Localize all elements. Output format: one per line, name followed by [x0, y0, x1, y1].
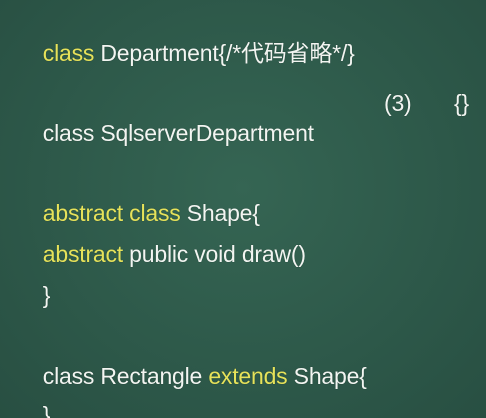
superclass-text: Shape{: [287, 363, 367, 389]
code-line-closing-brace: }: [18, 250, 51, 308]
code-line-abstract-method: abstract public void draw(): [18, 209, 306, 267]
closing-brace: }: [42, 282, 51, 308]
keyword-class: class: [42, 40, 95, 66]
method-declaration-text: public void draw(): [122, 241, 306, 267]
code-line-abstract-class: abstract class Shape{: [18, 168, 260, 226]
code-line-closing-brace: }: [18, 370, 51, 418]
keyword-abstract: abstract: [42, 241, 123, 267]
closing-brace: }: [42, 402, 51, 418]
empty-braces: {}: [454, 90, 469, 116]
class-declaration-text: Department{/*代码省略*/}: [94, 40, 355, 66]
blank-marker: (3): [384, 90, 412, 116]
code-slide: class Department{/*代码省略*/} class Sqlserv…: [0, 0, 486, 418]
keyword-extends: extends: [208, 363, 288, 389]
code-line-sqlserver-department: class SqlserverDepartment (3) {}: [18, 88, 478, 146]
class-declaration-text: class SqlserverDepartment: [42, 120, 314, 146]
code-line-rectangle: class Rectangle extends Shape{: [18, 331, 367, 389]
class-declaration-text: class Rectangle: [42, 363, 209, 389]
code-line-department: class Department{/*代码省略*/}: [18, 8, 355, 66]
